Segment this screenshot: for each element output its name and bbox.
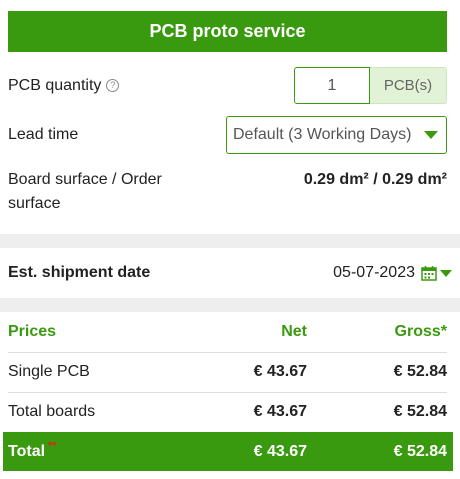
table-row: Single PCB € 43.67 € 52.84 (8, 352, 447, 392)
surface-label-line1: Board surface / Order (8, 171, 162, 188)
shipment-label: Est. shipment date (8, 264, 151, 281)
prices-header-row: Prices Net Gross* (8, 312, 447, 352)
shipment-date: 05-07-2023 (333, 264, 415, 281)
section-divider (0, 234, 460, 248)
surface-label: Board surface / Order surface (8, 168, 162, 216)
lead-time-row: Lead time Default (3 Working Days) (8, 116, 447, 154)
lead-time-label: Lead time (8, 126, 79, 143)
shipment-date-picker[interactable]: 05-07-2023 (333, 262, 452, 284)
total-row: Total ** € 43.67 € 52.84 (3, 432, 453, 471)
quantity-row: PCB quantity? PCB(s) (8, 67, 447, 104)
calendar-icon (421, 266, 437, 281)
total-gross: € 52.84 (393, 442, 447, 460)
quantity-label-text: PCB quantity (8, 76, 102, 94)
prices-header-gross: Gross* (394, 323, 447, 340)
table-row: Total boards € 43.67 € 52.84 (8, 392, 447, 432)
surface-row: Board surface / Order surface 0.29 dm² /… (8, 168, 447, 216)
question-circle-icon[interactable]: ? (106, 78, 120, 92)
page-title: PCB proto service (8, 11, 447, 52)
quantity-stepper: PCB(s) (294, 67, 447, 104)
quantity-input[interactable] (294, 67, 370, 104)
surface-label-line2: surface (8, 195, 61, 212)
row-gross: € 52.84 (393, 363, 447, 380)
quantity-label: PCB quantity? (8, 76, 120, 95)
caret-down-icon (424, 131, 438, 139)
surface-value: 0.29 dm² / 0.29 dm² (303, 171, 447, 188)
lead-time-select[interactable]: Default (3 Working Days) (226, 116, 447, 154)
section-divider (0, 298, 460, 312)
quantity-unit: PCB(s) (370, 67, 447, 104)
row-gross: € 52.84 (393, 403, 447, 420)
caret-down-icon (440, 269, 452, 277)
lead-time-value: Default (3 Working Days) (233, 126, 412, 143)
